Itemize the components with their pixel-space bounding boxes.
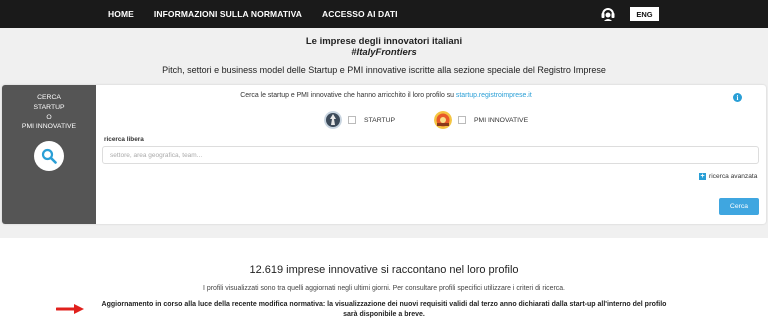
startup-checkbox[interactable]	[348, 116, 356, 124]
side-label-line: STARTUP	[33, 103, 65, 111]
hero-subtitle: Pitch, settori e business model delle St…	[162, 65, 606, 75]
red-arrow-icon	[56, 304, 84, 314]
option-pmi: PMI INNOVATIVE	[434, 109, 528, 131]
plus-icon: +	[699, 173, 706, 180]
update-notice-line: Aggiornamento in corso alla luce della r…	[101, 301, 667, 308]
free-search-label: ricerca libera	[104, 136, 144, 143]
option-startup: STARTUP	[324, 109, 395, 131]
nav-informazioni-normativa[interactable]: INFORMAZIONI SULLA NORMATIVA	[154, 9, 302, 19]
language-button[interactable]: ENG	[630, 7, 659, 21]
pmi-checkbox[interactable]	[458, 116, 466, 124]
search-side-label: CERCA STARTUP O PMI INNOVATIVE	[2, 93, 96, 132]
search-form: Cerca le startup e PMI innovative che ha…	[96, 85, 766, 224]
pmi-option-label: PMI INNOVATIVE	[474, 116, 529, 124]
search-panel: CERCA STARTUP O PMI INNOVATIVE Cerca le …	[2, 85, 766, 224]
headset-icon[interactable]	[600, 5, 616, 23]
search-side-panel: CERCA STARTUP O PMI INNOVATIVE	[2, 85, 96, 224]
nav-home[interactable]: HOME	[108, 9, 134, 19]
search-icon	[41, 148, 57, 164]
startup-option-label: STARTUP	[364, 116, 396, 124]
update-notice-line: sarà disponibile a breve.	[343, 311, 425, 318]
search-intro-text: Cerca le startup e PMI innovative che ha…	[240, 92, 456, 99]
free-search-input[interactable]	[102, 146, 759, 164]
update-notice: Aggiornamento in corso alla luce della r…	[95, 300, 673, 320]
hero-title: Le imprese degli innovatori italiani	[305, 36, 463, 47]
cerca-button[interactable]: Cerca	[719, 198, 759, 215]
registro-imprese-link[interactable]: startup.registroimprese.it	[456, 92, 532, 99]
hero-section: Le imprese degli innovatori italiani #It…	[0, 28, 768, 238]
top-navbar: HOME INFORMAZIONI SULLA NORMATIVA ACCESS…	[0, 0, 768, 28]
side-label-line: CERCA	[37, 94, 61, 101]
pmi-avatar-icon	[434, 111, 452, 129]
main-nav: HOME INFORMAZIONI SULLA NORMATIVA ACCESS…	[108, 0, 418, 28]
hero-hashtag: #ItalyFrontiers	[351, 47, 417, 58]
startup-avatar-icon	[324, 111, 342, 129]
search-intro: Cerca le startup e PMI innovative che ha…	[96, 92, 676, 99]
advanced-search-toggle[interactable]: + ricerca avanzata	[699, 173, 757, 180]
stats-title: 12.619 imprese innovative si raccontano …	[249, 264, 519, 276]
stats-subtitle: I profili visualizzati sono tra quelli a…	[203, 285, 565, 292]
side-label-line: PMI INNOVATIVE	[21, 123, 77, 131]
side-label-line: O	[46, 113, 52, 121]
advanced-search-label: ricerca avanzata	[709, 173, 758, 180]
search-circle-button[interactable]	[34, 141, 64, 171]
info-icon[interactable]: i	[733, 93, 742, 102]
nav-accesso-dati[interactable]: ACCESSO AI DATI	[322, 9, 398, 19]
